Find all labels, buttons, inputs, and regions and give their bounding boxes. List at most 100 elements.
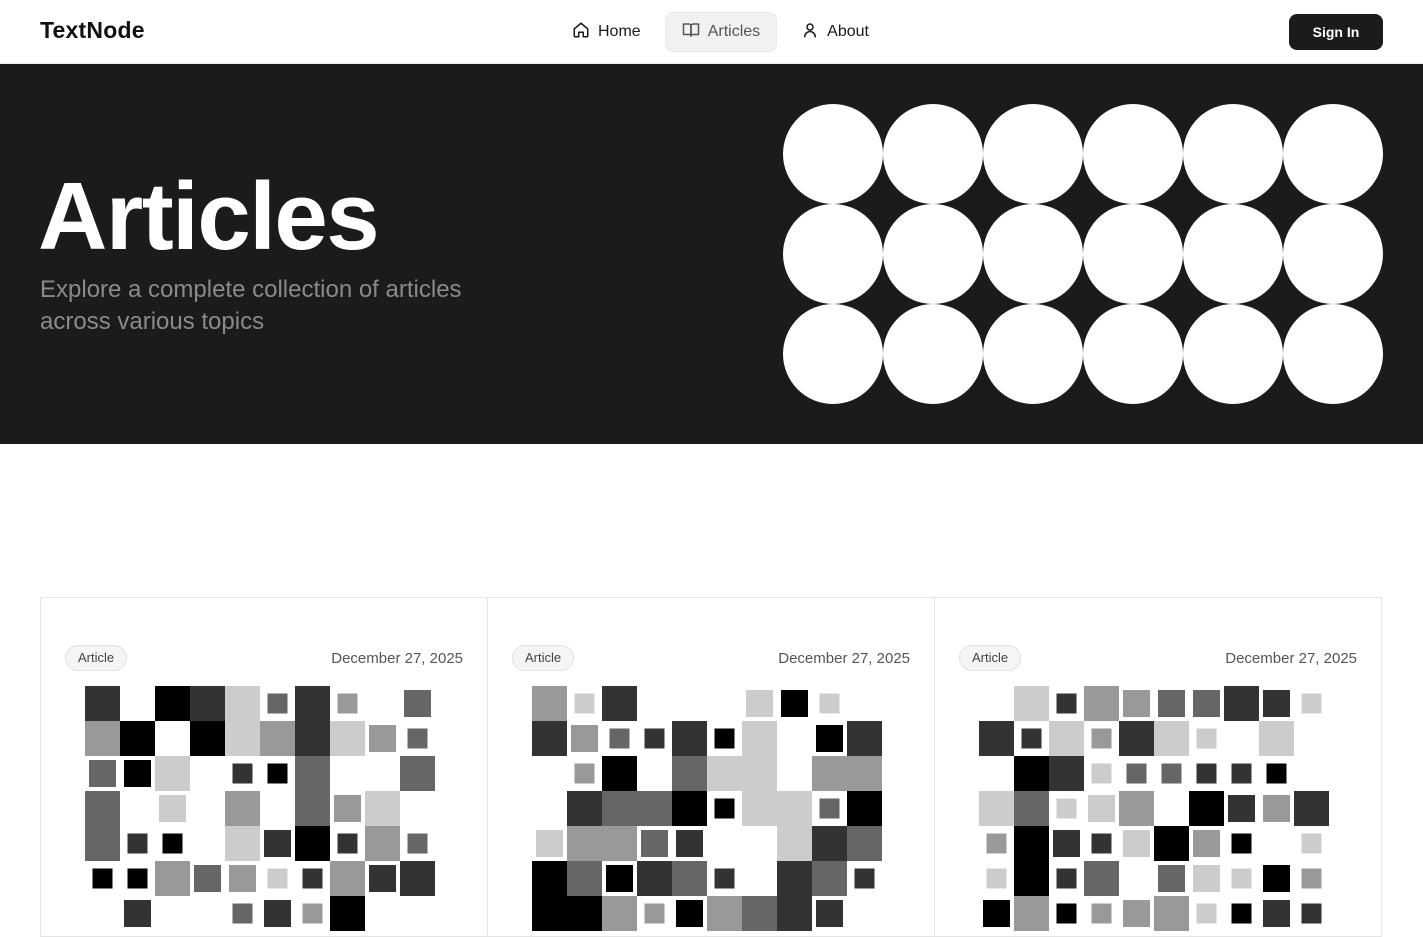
mosaic-tile	[1193, 830, 1220, 857]
article-cover-image[interactable]	[532, 686, 892, 931]
article-card[interactable]: Article December 27, 2025	[487, 597, 935, 937]
mosaic-tile	[532, 896, 567, 931]
mosaic-tile	[571, 725, 598, 752]
mosaic-tile	[159, 795, 186, 822]
mosaic-tile	[1123, 830, 1150, 857]
nav-about[interactable]: About	[785, 12, 885, 52]
mosaic-tile	[1301, 903, 1322, 924]
mosaic-tile	[847, 756, 882, 791]
mosaic-tile	[1224, 686, 1259, 721]
top-navbar: TextNode Home Articles About Sign In	[0, 0, 1423, 64]
mosaic-tile	[1056, 798, 1077, 819]
hero-dot	[1083, 204, 1183, 304]
mosaic-tile	[330, 861, 365, 896]
mosaic-tile	[777, 826, 812, 861]
mosaic-tile	[1014, 686, 1049, 721]
mosaic-tile	[602, 826, 637, 861]
mosaic-tile	[574, 693, 595, 714]
mosaic-tile	[295, 826, 330, 861]
mosaic-tile	[1084, 686, 1119, 721]
mosaic-tile	[1091, 728, 1112, 749]
hero-dot	[783, 304, 883, 404]
mosaic-tile	[742, 721, 777, 756]
mosaic-tile	[672, 791, 707, 826]
mosaic-tile	[819, 798, 840, 819]
mosaic-tile	[229, 865, 256, 892]
hero-dot	[1283, 204, 1383, 304]
mosaic-tile	[225, 686, 260, 721]
mosaic-tile	[400, 861, 435, 896]
mosaic-tile	[567, 826, 602, 861]
mosaic-tile	[1123, 690, 1150, 717]
brand-logo[interactable]: TextNode	[40, 17, 145, 44]
mosaic-tile	[777, 791, 812, 826]
mosaic-tile	[602, 756, 637, 791]
nav-home[interactable]: Home	[556, 12, 657, 52]
mosaic-tile	[1228, 795, 1255, 822]
mosaic-tile	[1158, 690, 1185, 717]
article-cover-image[interactable]	[979, 686, 1339, 931]
mosaic-tile	[574, 763, 595, 784]
hero-dot	[983, 204, 1083, 304]
mosaic-tile	[407, 728, 428, 749]
mosaic-tile	[1231, 833, 1252, 854]
book-open-icon	[682, 21, 700, 44]
mosaic-tile	[567, 791, 602, 826]
mosaic-tile	[295, 686, 330, 721]
sign-in-button[interactable]: Sign In	[1289, 14, 1383, 50]
mosaic-tile	[155, 686, 190, 721]
hero-dot	[1183, 304, 1283, 404]
article-cover-image[interactable]	[85, 686, 445, 931]
article-tag[interactable]: Article	[512, 645, 575, 671]
mosaic-tile	[1259, 721, 1294, 756]
mosaic-tile	[85, 686, 120, 721]
article-cover-mosaic	[532, 686, 882, 931]
mosaic-tile	[225, 791, 260, 826]
mosaic-tile	[365, 826, 400, 861]
hero-dot	[983, 104, 1083, 204]
mosaic-tile	[190, 721, 225, 756]
main-nav: Home Articles About	[556, 12, 885, 52]
mosaic-tile	[295, 721, 330, 756]
mosaic-tile	[567, 896, 602, 931]
mosaic-tile	[1263, 795, 1290, 822]
mosaic-tile	[1263, 900, 1290, 927]
mosaic-tile	[812, 756, 847, 791]
hero-dot	[783, 104, 883, 204]
home-icon	[572, 21, 590, 44]
mosaic-tile	[1053, 830, 1080, 857]
mosaic-tile	[162, 833, 183, 854]
mosaic-tile	[1196, 903, 1217, 924]
mosaic-tile	[1091, 833, 1112, 854]
mosaic-tile	[267, 693, 288, 714]
hero-dot-pattern	[783, 104, 1383, 404]
article-card[interactable]: Article December 27, 2025	[934, 597, 1382, 937]
article-tag[interactable]: Article	[959, 645, 1022, 671]
mosaic-tile	[672, 721, 707, 756]
mosaic-tile	[637, 791, 672, 826]
mosaic-tile	[812, 861, 847, 896]
mosaic-tile	[1193, 690, 1220, 717]
mosaic-tile	[1056, 868, 1077, 889]
mosaic-tile	[124, 900, 151, 927]
mosaic-tile	[264, 830, 291, 857]
article-tag[interactable]: Article	[65, 645, 128, 671]
mosaic-tile	[127, 833, 148, 854]
user-icon	[801, 21, 819, 44]
mosaic-tile	[986, 833, 1007, 854]
mosaic-tile	[983, 900, 1010, 927]
mosaic-tile	[264, 900, 291, 927]
article-card[interactable]: Article December 27, 2025	[40, 597, 488, 937]
article-date: December 27, 2025	[1225, 650, 1357, 667]
mosaic-tile	[676, 900, 703, 927]
mosaic-tile	[85, 791, 120, 826]
mosaic-tile	[847, 791, 882, 826]
nav-articles[interactable]: Articles	[664, 12, 778, 52]
mosaic-tile	[225, 721, 260, 756]
mosaic-tile	[120, 721, 155, 756]
nav-articles-label: Articles	[707, 23, 761, 40]
hero-dot	[1183, 104, 1283, 204]
mosaic-tile	[609, 728, 630, 749]
mosaic-tile	[330, 721, 365, 756]
mosaic-tile	[1119, 791, 1154, 826]
